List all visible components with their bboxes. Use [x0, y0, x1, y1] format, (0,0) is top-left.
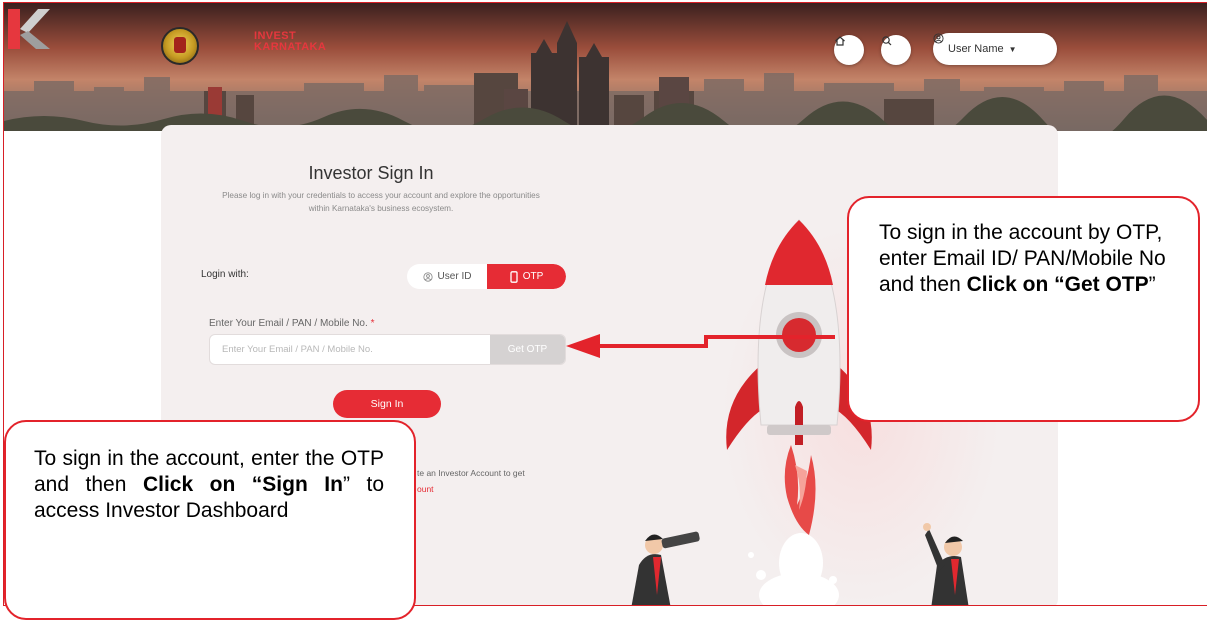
required-marker: * — [370, 318, 375, 329]
login-with-label: Login with: — [201, 269, 249, 280]
login-method-toggle: User ID OTP — [407, 264, 566, 289]
create-account-link[interactable]: ount — [417, 481, 525, 497]
identifier-field-label: Enter Your Email / PAN / Mobile No. * — [209, 318, 374, 329]
invest-karnataka-logo[interactable] — [4, 3, 54, 53]
state-emblem-icon — [161, 27, 199, 65]
caret-down-icon: ▼ — [1008, 44, 1017, 54]
mobile-phone-icon — [510, 270, 518, 283]
page-title: Investor Sign In — [308, 163, 434, 183]
tab-user-id[interactable]: User ID — [407, 264, 487, 289]
home-button[interactable] — [834, 35, 864, 65]
user-circle-icon — [422, 271, 433, 282]
annotation-get-otp-bold: Click on “Get OTP — [966, 273, 1149, 296]
page-subtitle: Please log in with your credentials to a… — [222, 191, 540, 213]
logo-text-karnataka: KARNATAKA — [254, 41, 327, 53]
annotation-sign-in-bold: Click on “Sign In — [142, 473, 343, 496]
header-banner: INVEST KARNATAKA User Name ▼ — [4, 3, 1207, 131]
tab-user-id-label: User ID — [437, 271, 472, 282]
sign-in-button[interactable]: Sign In — [333, 390, 441, 418]
logo-text: INVEST KARNATAKA — [254, 31, 326, 53]
tab-otp[interactable]: OTP — [487, 264, 566, 289]
city-skyline-illustration — [4, 3, 1207, 131]
annotation-sign-in: To sign in the account, enter the OTP an… — [4, 420, 416, 620]
identifier-label-text: Enter Your Email / PAN / Mobile No. — [209, 318, 368, 329]
identifier-input-group: Get OTP — [209, 334, 566, 365]
tab-otp-label: OTP — [522, 271, 544, 282]
register-prompt: te an Investor Account to get ount — [417, 465, 525, 497]
get-otp-button[interactable]: Get OTP — [490, 335, 565, 364]
user-menu-button[interactable]: User Name ▼ — [933, 33, 1057, 65]
annotation-get-otp: To sign in the account by OTP, enter Ema… — [847, 196, 1200, 422]
annotation-get-otp-tail: ” — [1148, 273, 1156, 296]
user-circle-icon — [933, 33, 944, 44]
home-icon — [835, 36, 845, 46]
register-prompt-text: te an Investor Account to get — [417, 468, 525, 478]
search-button[interactable] — [881, 35, 911, 65]
search-icon — [882, 36, 892, 46]
identifier-input[interactable] — [210, 335, 490, 364]
user-name: User Name — [948, 43, 1004, 55]
